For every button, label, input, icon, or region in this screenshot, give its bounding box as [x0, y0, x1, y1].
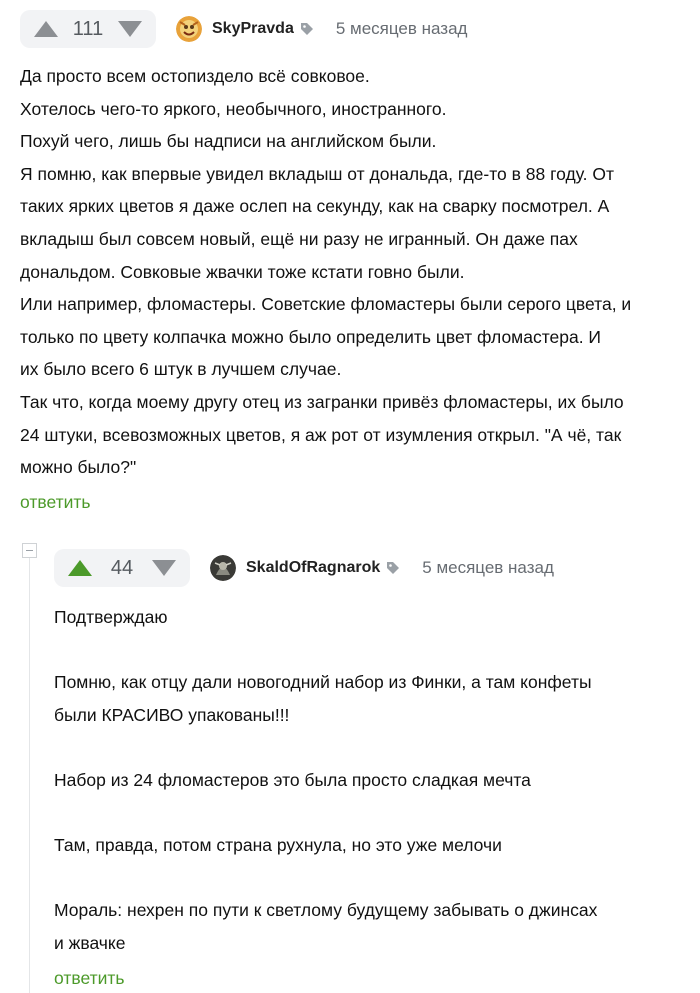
rating-widget: 111 — [20, 10, 156, 48]
comment-line: и жвачке — [54, 932, 126, 953]
comment-line: Там, правда, потом страна рухнула, но эт… — [54, 835, 502, 856]
tag-icon[interactable] — [386, 561, 400, 575]
comment-line: Хотелось чего-то яркого, необычного, ино… — [20, 98, 447, 119]
comment-gap — [54, 731, 684, 764]
comment-line: таких ярких цветов я даже ослеп на секун… — [20, 196, 610, 217]
comment-line: Так что, когда моему другу отец из загра… — [20, 391, 624, 412]
comment-line: Да просто всем остопиздело всё совковое. — [20, 66, 370, 86]
arrow-down-icon — [152, 560, 176, 576]
comment-line: Или например, фломастеры. Советские флом… — [20, 294, 632, 315]
username[interactable]: SkaldOfRagnarok — [246, 559, 380, 577]
reply-link[interactable]: ответить — [54, 968, 125, 989]
downvote-button[interactable] — [114, 10, 146, 48]
comment-line: Набор из 24 фломастеров это была просто … — [54, 769, 531, 790]
tag-icon[interactable] — [300, 22, 314, 36]
rating-widget: 44 — [54, 549, 190, 587]
timestamp[interactable]: 5 месяцев назад — [422, 558, 554, 578]
upvote-button[interactable] — [30, 10, 62, 48]
comment-gap — [54, 797, 684, 830]
comment-line: вкладыш был совсем новый, ещё ни разу не… — [20, 228, 578, 249]
avatar[interactable] — [176, 16, 202, 42]
timestamp[interactable]: 5 месяцев назад — [336, 19, 468, 39]
arrow-up-icon — [34, 21, 58, 37]
comment-line: их было всего 6 штук в лучшем случае. — [20, 359, 342, 380]
rating-score: 44 — [110, 556, 134, 579]
thread-line[interactable] — [29, 550, 30, 993]
comment-header: 111 SkyPravda 5 месяцев назад — [20, 10, 690, 48]
rating-score: 111 — [72, 17, 104, 40]
comment-line: были КРАСИВО упакованы!!! — [54, 704, 290, 725]
reply-link[interactable]: ответить — [20, 492, 91, 513]
collapse-icon[interactable] — [22, 543, 37, 558]
arrow-down-icon — [118, 21, 142, 37]
comment: 111 SkyPravda 5 месяцев назад Да просто … — [20, 10, 690, 513]
comment-line: 24 штуки, всевозможных цветов, я аж рот … — [20, 424, 622, 445]
comment-line: дональдом. Совковые жвачки тоже кстати г… — [20, 261, 465, 282]
upvote-button[interactable] — [64, 549, 96, 587]
comment-line: Похуй чего, лишь бы надписи на английско… — [20, 131, 437, 152]
comment-line: Я помню, как впервые увидел вкладыш от д… — [20, 163, 615, 184]
comment-header: 44 SkaldOfRagnarok 5 месяцев назад — [54, 549, 684, 587]
avatar[interactable] — [210, 555, 236, 581]
comment-line: можно было?" — [20, 457, 137, 478]
downvote-button[interactable] — [148, 549, 180, 587]
comment-gap — [54, 862, 684, 895]
comment-line: Помню, как отцу дали новогодний набор из… — [54, 672, 592, 693]
arrow-up-icon — [68, 560, 92, 576]
username[interactable]: SkyPravda — [212, 20, 294, 38]
comment-gap — [54, 634, 684, 667]
comment-body: Да просто всем остопиздело всё совковое.… — [20, 60, 690, 484]
comment-body: Подтверждаю Помню, как отцу дали новогод… — [54, 601, 684, 960]
comment-line: Подтверждаю — [54, 607, 168, 627]
comment-line: только по цвету колпачка можно было опре… — [20, 326, 602, 347]
reply-comment: 44 SkaldOfRagnarok 5 месяцев назад Подтв… — [54, 549, 684, 989]
comment-line: Мораль: нехрен по пути к светлому будуще… — [54, 900, 598, 921]
